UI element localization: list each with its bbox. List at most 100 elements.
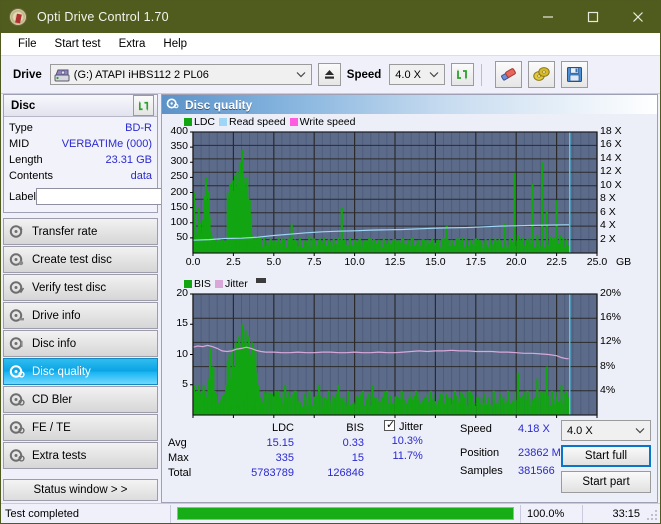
- stat-position-key: Position: [460, 447, 518, 459]
- stats-row-avg-key: Avg: [168, 435, 230, 450]
- sidebar-item-label: Verify test disc: [32, 282, 106, 294]
- elapsed-time: 33:15: [582, 505, 646, 523]
- sidebar-item-verify-test-disc[interactable]: Verify test disc: [3, 274, 158, 301]
- disc-row-type: Type BD-R: [9, 120, 152, 136]
- sidebar-item-disc-info[interactable]: Disc info: [3, 330, 158, 357]
- disc-row-mid: MID VERBATIMe (000): [9, 136, 152, 152]
- disc-row-length-value: 23.31 GB: [106, 154, 152, 166]
- sidebar-item-drive-info[interactable]: Drive info: [3, 302, 158, 329]
- table-row: Total 5783789 126846: [168, 465, 370, 480]
- sidebar-item-fe-te[interactable]: FE / TE: [3, 414, 158, 441]
- main-area: Disc Type BD-R MID VERBATIMe (000) Lengt…: [1, 94, 660, 503]
- x-axis-tick-label: 0.0: [180, 256, 206, 268]
- y-axis-tick-label: 150: [170, 201, 188, 213]
- disc-row-contents: Contents data: [9, 168, 152, 184]
- save-button[interactable]: [561, 61, 588, 88]
- disc-verify-icon: [9, 280, 27, 296]
- app-window: Opti Drive Control 1.70 File Start test …: [0, 0, 661, 524]
- progress-bar: [171, 505, 520, 523]
- disc-refresh-button[interactable]: [133, 95, 154, 116]
- sidebar-item-label: Drive info: [32, 310, 81, 322]
- menu-item-file[interactable]: File: [9, 36, 46, 52]
- disc-bler-icon: [9, 392, 27, 408]
- sidebar-item-label: Transfer rate: [32, 226, 97, 238]
- y2-axis-tick-label: 16 X: [600, 138, 622, 150]
- refresh-button[interactable]: [451, 63, 474, 86]
- y2-axis-tick-label: 18 X: [600, 125, 622, 137]
- stat-speed-value: 4.18 X: [518, 423, 550, 435]
- disc-fete-icon: [9, 420, 27, 436]
- y-axis-tick-label: 5: [182, 378, 188, 390]
- jitter-checkbox-row[interactable]: Jitter: [384, 420, 423, 435]
- x-axis-tick-label: 15.0: [422, 256, 448, 268]
- stats-row-total-key: Total: [168, 465, 230, 480]
- disc-transfer-icon: [9, 224, 27, 240]
- test-speed-value: 4.0 X: [567, 425, 593, 437]
- legend-item-ldc: LDC: [184, 116, 215, 128]
- x-axis-tick-label: 5.0: [261, 256, 287, 268]
- stat-samples-value: 381566: [518, 465, 555, 477]
- stats-row-total-bis: 126846: [300, 465, 370, 480]
- jitter-checkbox[interactable]: [384, 420, 395, 431]
- y-axis-tick-label: 10: [176, 348, 188, 360]
- sidebar-item-label: Disc quality: [32, 366, 91, 378]
- stat-speed-key: Speed: [460, 423, 518, 435]
- y2-axis-tick-label: 10 X: [600, 179, 622, 191]
- drive-select[interactable]: (G:) ATAPI iHBS112 2 PL06: [50, 64, 312, 85]
- erase-button[interactable]: [495, 61, 522, 88]
- legend-label-write-speed: Write speed: [300, 116, 356, 128]
- y-axis-tick-label: 50: [176, 231, 188, 243]
- stat-samples-key: Samples: [460, 465, 518, 477]
- resize-grip[interactable]: [646, 507, 660, 521]
- sidebar-item-create-test-disc[interactable]: Create test disc: [3, 246, 158, 273]
- sidebar-item-label: Disc info: [32, 338, 76, 350]
- y2-axis-tick-label: 12%: [600, 335, 621, 347]
- disc-drive-icon: [9, 308, 27, 324]
- progress-track: [177, 507, 514, 520]
- sidebar-item-extra-tests[interactable]: Extra tests: [3, 442, 158, 469]
- test-controls: 4.0 X Start full Start part: [561, 420, 651, 493]
- menu-item-help[interactable]: Help: [154, 36, 196, 52]
- stats-row-total-ldc: 5783789: [230, 465, 300, 480]
- start-part-button[interactable]: Start part: [561, 471, 651, 493]
- menu-bar: File Start test Extra Help: [1, 33, 660, 56]
- bottom-chart-legend: BIS Jitter: [162, 275, 657, 291]
- eject-button[interactable]: [318, 63, 341, 86]
- drive-icon: [54, 68, 70, 82]
- jitter-max-value: 11.7%: [384, 450, 423, 465]
- two-discs-button[interactable]: [528, 61, 555, 88]
- maximize-icon[interactable]: [570, 1, 615, 33]
- sidebar-item-cd-bler[interactable]: CD Bler: [3, 386, 158, 413]
- legend-swatch-read-speed: [219, 118, 227, 126]
- speed-select[interactable]: 4.0 X: [389, 64, 445, 85]
- x-axis-tick-label: 2.5: [220, 256, 246, 268]
- close-icon[interactable]: [615, 1, 660, 33]
- x-axis-tick-label: 7.5: [301, 256, 327, 268]
- y-axis-tick-label: 200: [170, 186, 188, 198]
- status-window-button[interactable]: Status window > >: [3, 479, 158, 501]
- test-speed-select[interactable]: 4.0 X: [561, 420, 651, 441]
- legend-item-write-speed: Write speed: [290, 116, 356, 128]
- stats-row-max-key: Max: [168, 450, 230, 465]
- start-full-button[interactable]: Start full: [561, 445, 651, 467]
- legend-item-jitter: Jitter: [215, 278, 248, 290]
- menu-item-start-test[interactable]: Start test: [46, 36, 110, 52]
- x-axis-tick-label: 12.5: [382, 256, 408, 268]
- app-disc-icon: [9, 8, 27, 26]
- sidebar-item-transfer-rate[interactable]: Transfer rate: [3, 218, 158, 245]
- minimize-icon[interactable]: [525, 1, 570, 33]
- stats-row-max-ldc: 335: [230, 450, 300, 465]
- sidebar-item-disc-quality[interactable]: Disc quality: [3, 358, 158, 385]
- stats-row-avg-ldc: 15.15: [230, 435, 300, 450]
- y2-axis-tick-label: 12 X: [600, 165, 622, 177]
- disc-row-length: Length 23.31 GB: [9, 152, 152, 168]
- y2-axis-tick-label: 4%: [600, 384, 615, 396]
- menu-item-extra[interactable]: Extra: [110, 36, 155, 52]
- status-message: Test completed: [1, 505, 171, 523]
- y2-axis-tick-label: 6 X: [600, 206, 616, 218]
- stats-row-max-bis: 15: [300, 450, 370, 465]
- legend-label-read-speed: Read speed: [229, 116, 286, 128]
- sidebar-item-label: CD Bler: [32, 394, 72, 406]
- legend-item-read-speed: Read speed: [219, 116, 286, 128]
- y2-axis-tick-label: 4 X: [600, 219, 616, 231]
